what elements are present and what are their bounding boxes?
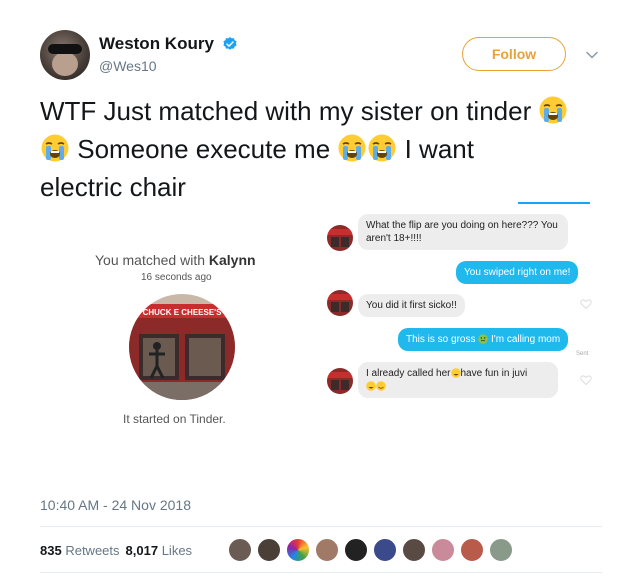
tweet-text-line2: Someone execute me <box>70 134 338 164</box>
nauseated-face-icon <box>478 334 489 344</box>
sign-text: CHUCK E CHEESE'S <box>143 308 222 317</box>
avatar-glasses <box>48 44 82 54</box>
retweets-count: 835 <box>40 543 62 558</box>
media-accent-line <box>518 202 590 204</box>
match-name: Kalynn <box>208 252 256 268</box>
started-on-tinder-label: It started on Tinder. <box>123 412 226 426</box>
author-handle[interactable]: @Wes10 <box>99 58 238 74</box>
avatar-face <box>52 52 78 76</box>
likes-label: Likes <box>161 543 193 558</box>
message-text-before: This is so gross <box>406 334 479 345</box>
laughing-face-icon <box>366 381 376 391</box>
retweets-stat[interactable]: 835 Retweets <box>40 543 120 558</box>
tweet-stats: 835 Retweets 8,017 Likes <box>40 543 192 558</box>
heart-icon[interactable] <box>580 298 592 310</box>
chat-avatar <box>327 225 353 251</box>
tweet-text-line4: electric chair <box>40 172 186 202</box>
follow-button[interactable]: Follow <box>462 37 566 71</box>
message-text-before: I already called her <box>366 368 451 379</box>
message-text-after: have fun in juvi <box>460 368 528 379</box>
match-title: You matched with Kalynn <box>95 252 256 268</box>
liker-avatar[interactable] <box>402 538 426 562</box>
tweet-timestamp[interactable]: 10:40 AM - 24 Nov 2018 <box>40 497 191 513</box>
liker-avatar[interactable] <box>228 538 252 562</box>
crying-face-icon <box>338 134 366 162</box>
divider <box>40 526 602 527</box>
liker-avatar[interactable] <box>431 538 455 562</box>
chat-message-sent: You swiped right on me! <box>456 261 579 284</box>
chat-avatar <box>327 290 353 316</box>
verified-badge-icon <box>223 37 237 50</box>
likes-count: 8,017 <box>125 543 159 558</box>
match-time: 16 seconds ago <box>141 272 212 283</box>
tweet-text: WTF Just matched with my sister on tinde… <box>40 92 610 206</box>
tweet-card: Weston Koury @Wes10 Follow WTF Just matc… <box>0 0 642 583</box>
chat-message-received: You did it first sicko!! <box>358 294 465 317</box>
laughing-face-icon <box>450 368 461 378</box>
grinning-face-icon <box>376 381 386 391</box>
crying-face-icon <box>41 134 69 162</box>
crying-face-icon <box>368 134 396 162</box>
liker-avatar[interactable] <box>257 538 281 562</box>
divider <box>40 572 602 573</box>
liker-avatar[interactable] <box>315 538 339 562</box>
liker-avatar[interactable] <box>344 538 368 562</box>
tweet-text-line3: I want <box>397 134 474 164</box>
liker-avatar[interactable] <box>460 538 484 562</box>
chat-avatar <box>327 368 353 394</box>
retweets-label: Retweets <box>65 543 120 558</box>
author-display-name[interactable]: Weston Koury <box>99 34 214 54</box>
likes-stat[interactable]: 8,017 Likes <box>126 543 193 558</box>
author-info[interactable]: Weston Koury @Wes10 <box>99 34 238 74</box>
tweet-text-line1: WTF Just matched with my sister on tinde… <box>40 96 539 126</box>
liker-avatar[interactable] <box>373 538 397 562</box>
tweet-media-image[interactable]: You matched with Kalynn 16 seconds ago C… <box>40 200 602 480</box>
chevron-down-icon[interactable] <box>585 48 599 62</box>
liker-avatar[interactable] <box>286 538 310 562</box>
heart-icon[interactable] <box>580 374 592 386</box>
author-avatar[interactable] <box>40 30 90 80</box>
liker-avatar[interactable] <box>489 538 513 562</box>
crying-face-icon <box>539 96 567 124</box>
match-prefix: You matched with <box>95 252 209 268</box>
chat-message-sent: This is so gross I'm calling mom <box>398 328 569 351</box>
chat-message-received: What the flip are you doing on here??? Y… <box>358 214 568 250</box>
chat-message-received: I already called her have fun in juvi <box>358 362 558 398</box>
message-status: Sent <box>576 351 589 357</box>
message-text-after: I'm calling mom <box>488 334 561 345</box>
match-photo: CHUCK E CHEESE'S <box>129 294 235 400</box>
